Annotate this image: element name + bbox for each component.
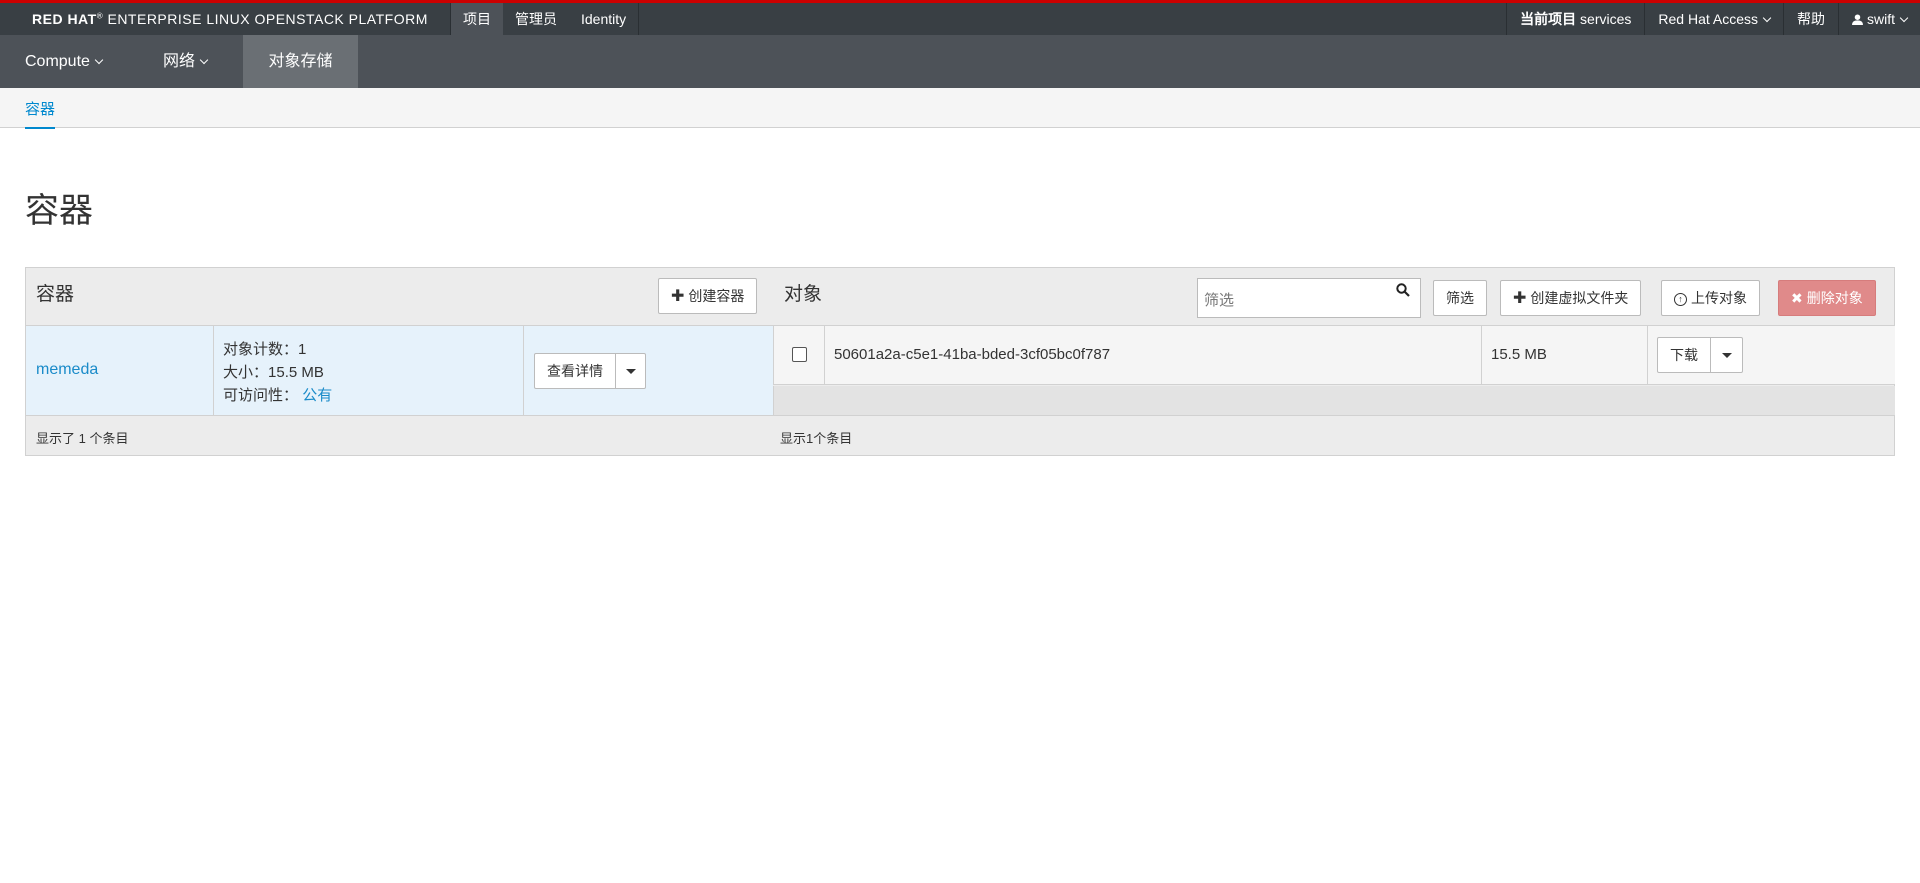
chevron-down-icon — [199, 55, 209, 65]
container-browser: 容器 ✚ 创建容器 对象 筛选 筛选 ✚ 创建虚拟文件夹 ↑ 上传对象 ✖ 删除对象 m… — [25, 267, 1895, 456]
brand-logo[interactable]: RED HAT® ENTERPRISE LINUX OPENSTACK PLAT… — [32, 11, 428, 27]
containers-heading: 容器 — [36, 284, 75, 305]
panel-header: 容器 ✚ 创建容器 对象 筛选 筛选 ✚ 创建虚拟文件夹 ↑ 上传对象 ✖ 删除对象 — [26, 268, 1894, 326]
nav-network[interactable]: 网络 — [138, 35, 232, 88]
tab-containers[interactable]: 容器 — [25, 98, 56, 129]
download-button[interactable]: 下载 — [1657, 337, 1711, 373]
caret-down-icon — [625, 369, 636, 374]
top-navbar: RED HAT® ENTERPRISE LINUX OPENSTACK PLAT… — [0, 0, 1920, 35]
chevron-down-icon — [1899, 13, 1909, 23]
page-title: 容器 — [25, 192, 93, 230]
divider — [1481, 326, 1482, 385]
upload-object-button[interactable]: ↑ 上传对象 — [1661, 280, 1760, 316]
object-actions: 下载 — [1657, 337, 1743, 373]
objects-footer: 显示1个条目 — [780, 431, 853, 446]
divider — [523, 326, 524, 416]
object-name[interactable]: 50601a2a-c5e1-41ba-bded-3cf05bc0f787 — [834, 346, 1110, 363]
divider — [824, 326, 825, 385]
red-hat-access-dropdown[interactable]: Red Hat Access — [1644, 3, 1783, 35]
filter-button[interactable]: 筛选 — [1433, 280, 1487, 316]
user-icon — [1852, 14, 1863, 25]
container-name-link[interactable]: memeda — [36, 361, 98, 379]
object-size: 15.5 MB — [1491, 346, 1547, 363]
user-menu[interactable]: swift — [1838, 3, 1920, 35]
plus-icon: ✚ — [1513, 290, 1527, 307]
caret-down-icon — [1721, 353, 1732, 358]
nav-admin[interactable]: 管理员 — [503, 3, 569, 35]
chevron-down-icon — [94, 55, 104, 65]
filter-input[interactable]: 筛选 — [1197, 278, 1421, 318]
divider — [1647, 326, 1648, 385]
top-right-nav: 当前项目 services Red Hat Access 帮助 swift — [1506, 3, 1920, 35]
plus-icon: ✚ — [671, 288, 685, 305]
create-pseudo-folder-button[interactable]: ✚ 创建虚拟文件夹 — [1500, 280, 1642, 316]
container-size: 大小：15.5 MB — [223, 364, 324, 381]
object-count: 对象计数：1 — [223, 341, 307, 358]
nav-project[interactable]: 项目 — [451, 3, 503, 35]
nav-object-storage[interactable]: 对象存储 — [243, 35, 358, 88]
public-access-link[interactable]: 公有 — [302, 387, 332, 404]
tabs-bar: 容器 — [0, 88, 1920, 129]
nav-identity[interactable]: Identity — [569, 3, 638, 35]
delete-objects-button[interactable]: ✖ 删除对象 — [1778, 280, 1876, 316]
secondary-nav: Compute 网络 对象存储 — [0, 35, 1920, 88]
objects-heading: 对象 — [784, 284, 823, 305]
upload-circle-icon: ↑ — [1674, 293, 1687, 306]
objects-empty-space — [773, 386, 1895, 416]
x-icon: ✖ — [1791, 290, 1803, 306]
search-icon[interactable] — [1396, 283, 1410, 297]
container-actions: 查看详情 — [534, 353, 646, 389]
current-project-dropdown[interactable]: 当前项目 services — [1506, 3, 1644, 35]
top-left-nav: 项目 管理员 Identity — [450, 3, 640, 35]
containers-footer: 显示了 1 个条目 — [36, 431, 129, 446]
container-row[interactable]: memeda 对象计数：1 大小：15.5 MB 可访问性： 公有 查看详情 — [26, 326, 773, 416]
container-access: 可访问性： 公有 — [223, 387, 333, 404]
container-actions-dropdown[interactable] — [616, 353, 646, 389]
view-details-button[interactable]: 查看详情 — [534, 353, 616, 389]
divider — [213, 326, 214, 416]
object-row[interactable]: 50601a2a-c5e1-41ba-bded-3cf05bc0f787 15.… — [773, 326, 1895, 385]
help-link[interactable]: 帮助 — [1783, 3, 1838, 35]
nav-compute[interactable]: Compute — [0, 35, 127, 88]
create-container-button[interactable]: ✚ 创建容器 — [658, 278, 758, 314]
object-select-checkbox[interactable] — [792, 347, 807, 362]
object-actions-dropdown[interactable] — [1711, 337, 1743, 373]
chevron-down-icon — [1762, 13, 1772, 23]
